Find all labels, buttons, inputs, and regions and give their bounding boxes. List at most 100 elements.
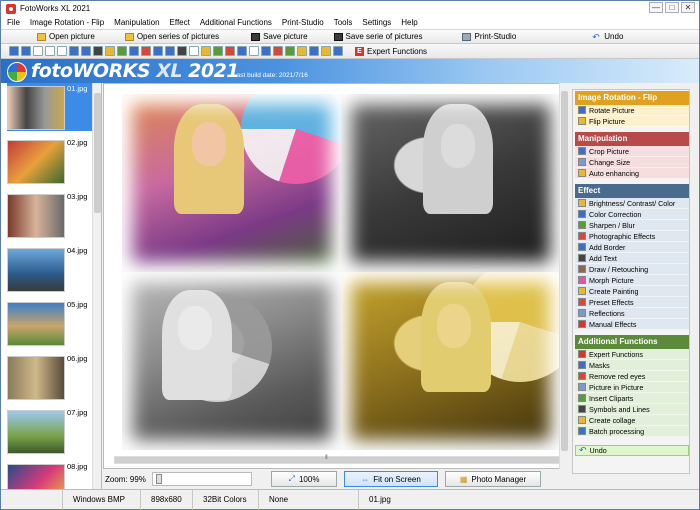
menu-help[interactable]: Help [401,18,417,27]
thumbnail-08[interactable]: 08.jpg [7,461,97,489]
rotate-left-icon[interactable] [33,46,43,56]
maximize-button[interactable]: □ [665,2,679,13]
expert-functions-item[interactable]: Expert Functions [575,349,689,360]
section-additional-functions: Additional Functions Expert Functions Ma… [575,335,689,437]
expert-functions-button[interactable]: E Expert Functions [355,46,427,56]
scrollbar-thumb[interactable] [94,93,101,213]
fit-icon: ⇔ [361,474,370,484]
color-correction-item[interactable]: Color Correction [575,209,689,220]
menu-manipulation[interactable]: Manipulation [114,18,159,27]
brightness-item[interactable]: Brightness/ Contrast/ Color [575,198,689,209]
draw-retouching-item[interactable]: Draw / Retouching [575,264,689,275]
add-text-item[interactable]: Add Text [575,253,689,264]
photo-manager-button[interactable]: ▦ Photo Manager [445,471,541,487]
frame-icon[interactable] [153,46,163,56]
change-size-item[interactable]: Change Size [575,157,689,168]
star-icon[interactable] [321,46,331,56]
add-border-item[interactable]: Add Border [575,242,689,253]
manual-effects-item[interactable]: Manual Effects [575,319,689,330]
reflection-icon[interactable] [249,46,259,56]
thumbnail-03[interactable]: 03.jpg [7,191,97,239]
preset-effects-item[interactable]: Preset Effects [575,297,689,308]
mask-icon[interactable] [285,46,295,56]
auto-enhancing-item[interactable]: Auto enhancing [575,168,689,179]
rotate-picture-item[interactable]: Rotate Picture [575,105,689,116]
close-button[interactable]: ✕ [681,2,695,13]
collage-icon[interactable] [309,46,319,56]
reflections-item[interactable]: Reflections [575,308,689,319]
border-icon[interactable] [141,46,151,56]
color-icon [578,210,586,218]
masks-item[interactable]: Masks [575,360,689,371]
photographic-effects-item[interactable]: Photographic Effects [575,231,689,242]
minimize-button[interactable]: — [649,2,663,13]
print-studio-button[interactable]: Print-Studio [454,32,524,41]
save-picture-button[interactable]: Save picture [243,32,315,41]
clipart-icon[interactable] [297,46,307,56]
menu-tools[interactable]: Tools [334,18,353,27]
text-icon[interactable] [177,46,187,56]
thumbnail-02[interactable]: 02.jpg [7,137,97,185]
menu-effect[interactable]: Effect [170,18,190,27]
clipart-icon [578,394,586,402]
brightness-icon[interactable] [105,46,115,56]
undo-quick-button[interactable]: ↶ Undo [584,32,631,41]
menu-file[interactable]: File [7,18,20,27]
batch-processing-item[interactable]: Batch processing [575,426,689,437]
color-icon[interactable] [93,46,103,56]
zoom-100-button[interactable]: ⤢ 100% [271,471,337,487]
create-painting-item[interactable]: Create Painting [575,286,689,297]
thumbnail-06[interactable]: 06.jpg [7,353,97,401]
sharpen-blur-item[interactable]: Sharpen / Blur [575,220,689,231]
redeye-icon[interactable] [273,46,283,56]
picture-icon[interactable] [165,46,175,56]
scrollbar-thumb[interactable] [561,91,568,451]
crop-icon[interactable] [21,46,31,56]
preset-icon[interactable] [237,46,247,56]
draw-icon[interactable] [189,46,199,56]
image-canvas[interactable]: ⦀ [103,83,569,469]
effects-icon[interactable] [129,46,139,56]
zoom-slider[interactable] [151,472,252,486]
remove-red-eyes-item[interactable]: Remove red eyes [575,371,689,382]
open-series-button[interactable]: Open series of pictures [117,32,227,41]
create-collage-item[interactable]: Create collage [575,415,689,426]
vertical-scrollbar[interactable] [559,83,569,469]
magic-wand-icon [578,169,586,177]
sharpen-icon [578,221,586,229]
status-compression: None [259,489,359,510]
refresh-icon[interactable] [57,46,67,56]
save-series-button[interactable]: Save serie of pictures [326,32,431,41]
menu-image-rotation[interactable]: Image Rotation - Flip [30,18,104,27]
batch-icon[interactable] [333,46,343,56]
insert-cliparts-item[interactable]: Insert Cliparts [575,393,689,404]
slider-knob[interactable] [155,474,162,484]
horizontal-scrollbar[interactable]: ⦀ [114,455,561,464]
morph-picture-item[interactable]: Morph Picture [575,275,689,286]
thumbnail-04[interactable]: 04.jpg [7,245,97,293]
picture-in-picture-item[interactable]: Picture in Picture [575,382,689,393]
thumbnail-01[interactable]: 01.jpg [7,83,97,131]
undo-panel-button[interactable]: ↶ Undo [575,445,689,456]
fit-screen-button[interactable]: ⇔ Fit on Screen [344,471,438,487]
rotate-right-icon[interactable] [45,46,55,56]
open-icon[interactable] [9,46,19,56]
thumbnail-05[interactable]: 05.jpg [7,299,97,347]
thumbnail-07[interactable]: 07.jpg [7,407,97,455]
flip-picture-item[interactable]: Flip Picture [575,116,689,127]
symbols-lines-item[interactable]: Symbols and Lines [575,404,689,415]
painting-icon[interactable] [225,46,235,56]
morph-icon[interactable] [213,46,223,56]
menu-print-studio[interactable]: Print-Studio [282,18,324,27]
menu-additional-functions[interactable]: Additional Functions [200,18,272,27]
thumbnail-scrollbar[interactable] [92,83,101,489]
menu-settings[interactable]: Settings [362,18,391,27]
mirror-icon[interactable] [81,46,91,56]
sharpen-icon[interactable] [117,46,127,56]
scrollbar-thumb[interactable] [115,457,561,463]
open-picture-button[interactable]: Open picture [29,32,103,41]
manual-icon[interactable] [261,46,271,56]
brush-icon[interactable] [201,46,211,56]
flip-icon[interactable] [69,46,79,56]
crop-picture-item[interactable]: Crop Picture [575,146,689,157]
